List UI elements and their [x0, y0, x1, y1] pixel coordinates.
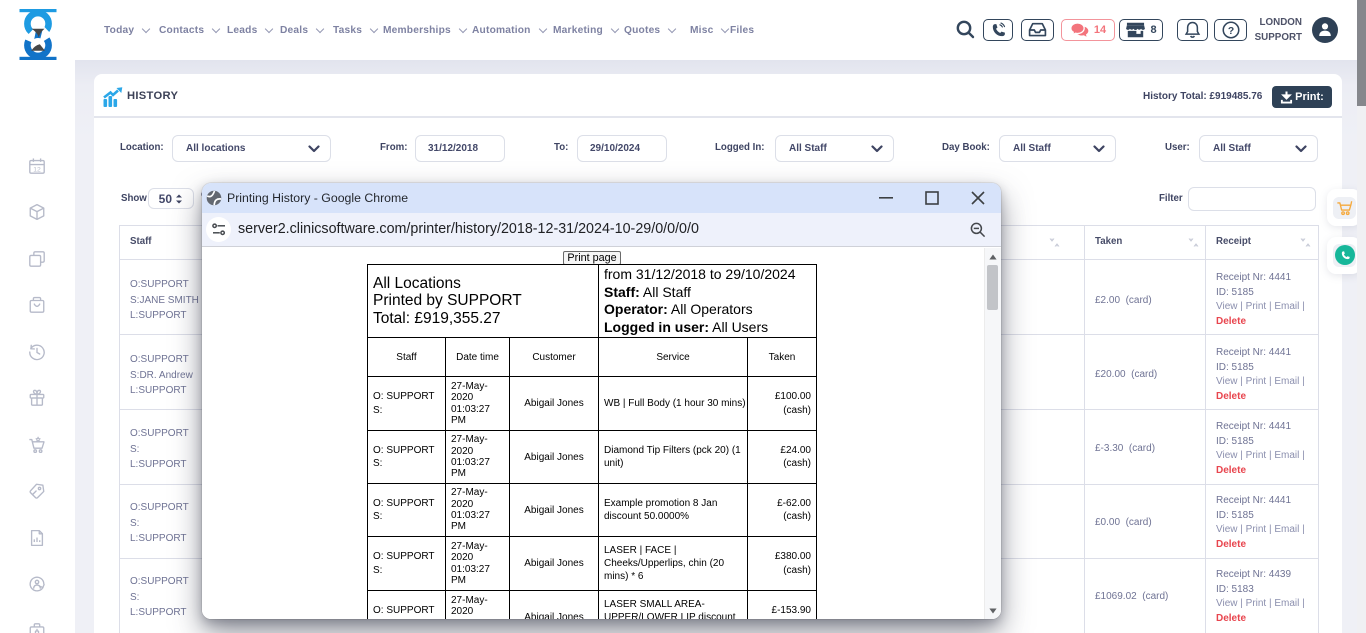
svg-text:12: 12: [33, 166, 41, 173]
